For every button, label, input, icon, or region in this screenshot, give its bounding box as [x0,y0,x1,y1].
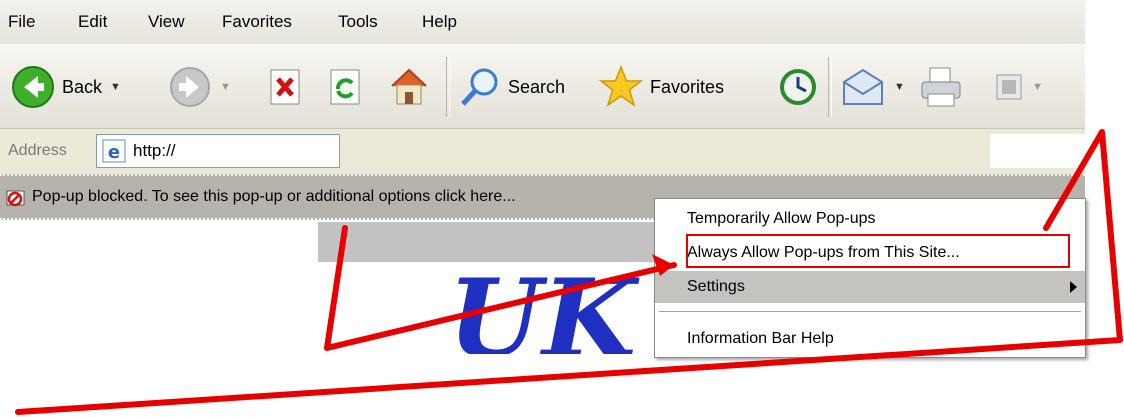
annotation-callout-line [15,129,1123,415]
annotation-arrowhead-icon [652,254,674,276]
annotation-arrow-overlay [15,129,1123,415]
annotation-callout-line [324,225,677,351]
